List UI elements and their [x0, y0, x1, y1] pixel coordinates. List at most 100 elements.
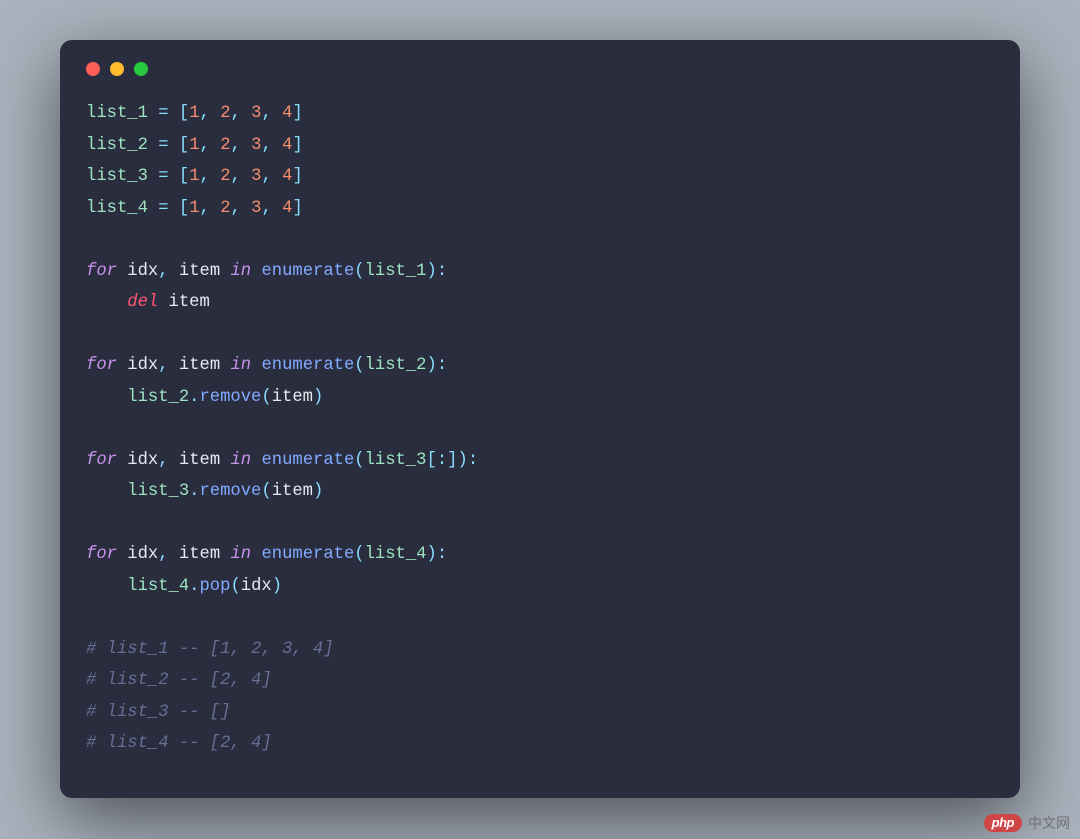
token-op: [	[179, 199, 189, 218]
code-line: for idx, item in enumerate(list_1):	[86, 256, 994, 288]
code-window: list_1 = [1, 2, 3, 4]list_2 = [1, 2, 3, …	[60, 40, 1020, 798]
token-op: ,	[231, 136, 241, 155]
token-op: :	[437, 262, 447, 281]
token-ident: item	[272, 482, 313, 501]
token-var: list_2	[86, 136, 148, 155]
token-ident: item	[179, 262, 220, 281]
code-line: # list_1 -- [1, 2, 3, 4]	[86, 634, 994, 666]
code-line: del item	[86, 287, 994, 319]
token-op: .	[189, 388, 199, 407]
token-op: ,	[158, 356, 168, 375]
token-kw: for	[86, 262, 117, 281]
minimize-icon[interactable]	[110, 62, 124, 76]
token-num: 1	[189, 136, 199, 155]
code-line: # list_4 -- [2, 4]	[86, 728, 994, 760]
token-func: enumerate	[261, 451, 354, 470]
token-op: ,	[158, 451, 168, 470]
token-num: 3	[251, 104, 261, 123]
token-op: )	[427, 262, 437, 281]
token-op: [	[427, 451, 437, 470]
token-op: :	[437, 545, 447, 564]
token-kw: in	[230, 262, 251, 281]
close-icon[interactable]	[86, 62, 100, 76]
token-op: (	[261, 482, 271, 501]
token-op: ]	[292, 104, 302, 123]
token-num: 1	[189, 104, 199, 123]
watermark-pill: php	[984, 814, 1022, 832]
token-ident: item	[179, 545, 220, 564]
token-op: .	[189, 482, 199, 501]
token-op: ,	[262, 199, 272, 218]
code-block: list_1 = [1, 2, 3, 4]list_2 = [1, 2, 3, …	[86, 98, 994, 760]
token-op: ]	[292, 167, 302, 186]
code-line: list_2.remove(item)	[86, 382, 994, 414]
token-op: ,	[200, 167, 210, 186]
token-op: ,	[158, 262, 168, 281]
token-ident: idx	[241, 577, 272, 596]
token-op: (	[354, 262, 364, 281]
token-num: 4	[282, 104, 292, 123]
code-line: list_3 = [1, 2, 3, 4]	[86, 161, 994, 193]
token-op: :	[468, 451, 478, 470]
token-cmt: # list_4 -- [2, 4]	[86, 734, 272, 753]
token-op: :	[437, 356, 447, 375]
code-line: list_3.remove(item)	[86, 476, 994, 508]
token-op: ,	[262, 136, 272, 155]
token-num: 3	[251, 167, 261, 186]
code-line	[86, 224, 994, 256]
token-op: (	[261, 388, 271, 407]
token-func: remove	[199, 482, 261, 501]
code-line	[86, 413, 994, 445]
token-num: 1	[189, 167, 199, 186]
token-ident: item	[179, 356, 220, 375]
token-op: )	[272, 577, 282, 596]
token-op: .	[189, 577, 199, 596]
token-func: remove	[199, 388, 261, 407]
code-line: # list_3 -- []	[86, 697, 994, 729]
watermark: php 中文网	[984, 813, 1070, 833]
maximize-icon[interactable]	[134, 62, 148, 76]
token-op: ,	[158, 545, 168, 564]
token-op: ,	[262, 167, 272, 186]
token-ident: idx	[127, 356, 158, 375]
token-num: 1	[189, 199, 199, 218]
token-cmt: # list_1 -- [1, 2, 3, 4]	[86, 640, 334, 659]
token-func: enumerate	[261, 262, 354, 281]
token-cmt: # list_3 -- []	[86, 703, 230, 722]
token-kw: for	[86, 545, 117, 564]
token-ident: idx	[127, 451, 158, 470]
token-ident: idx	[127, 262, 158, 281]
token-ident: item	[179, 451, 220, 470]
token-op: =	[158, 167, 168, 186]
token-kw: in	[230, 451, 251, 470]
traffic-lights	[86, 62, 994, 76]
token-op: [	[179, 104, 189, 123]
token-func: enumerate	[261, 545, 354, 564]
token-kw: in	[230, 356, 251, 375]
token-var: list_4	[86, 199, 148, 218]
token-var: list_4	[365, 545, 427, 564]
token-op: (	[230, 577, 240, 596]
code-line	[86, 319, 994, 351]
token-op: =	[158, 136, 168, 155]
token-num: 3	[251, 199, 261, 218]
token-num: 2	[220, 199, 230, 218]
code-line: list_4 = [1, 2, 3, 4]	[86, 193, 994, 225]
token-num: 3	[251, 136, 261, 155]
token-num: 2	[220, 136, 230, 155]
token-op: (	[354, 356, 364, 375]
token-op: =	[158, 199, 168, 218]
token-var: list_1	[86, 104, 148, 123]
code-line	[86, 508, 994, 540]
token-var: list_2	[365, 356, 427, 375]
token-op: )	[313, 482, 323, 501]
token-num: 4	[282, 136, 292, 155]
token-ident: item	[272, 388, 313, 407]
token-op: ]	[292, 199, 302, 218]
watermark-text: 中文网	[1028, 813, 1070, 833]
token-op: )	[427, 545, 437, 564]
token-op: )	[313, 388, 323, 407]
code-line: # list_2 -- [2, 4]	[86, 665, 994, 697]
token-kw: for	[86, 451, 117, 470]
token-var: list_3	[86, 167, 148, 186]
